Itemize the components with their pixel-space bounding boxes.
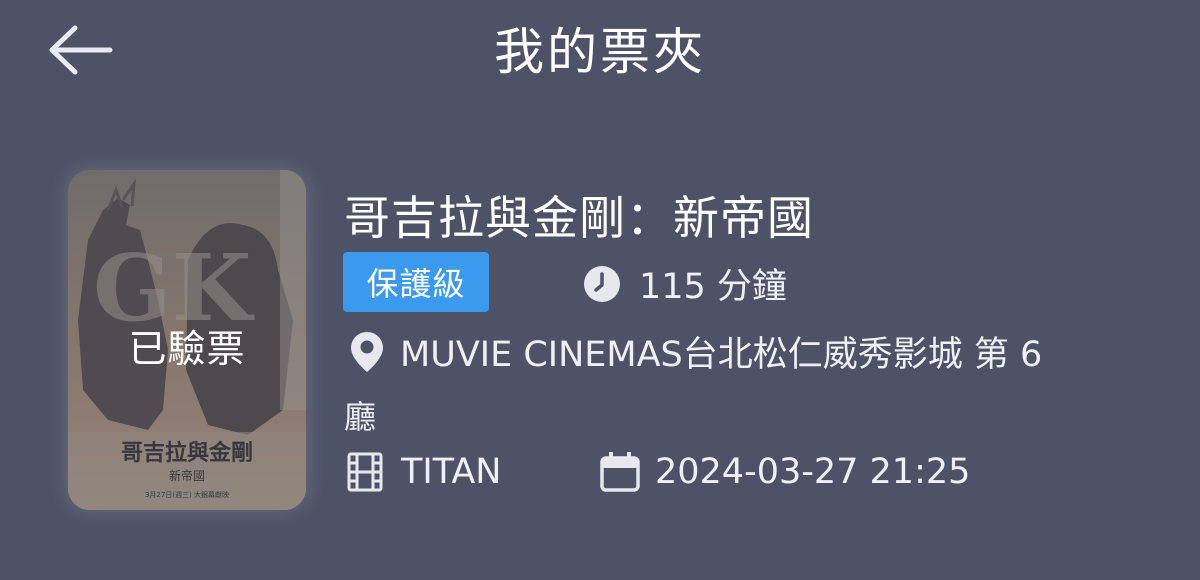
duration-text: 115 分鐘 bbox=[639, 267, 787, 307]
ticket-wallet-screen: 我的票夾 GK bbox=[0, 0, 1200, 580]
screen-type-text: TITAN bbox=[401, 452, 502, 492]
duration-row: 115 分鐘 bbox=[583, 258, 787, 309]
screen-type-row: TITAN bbox=[347, 452, 502, 492]
datetime-row: 2024-03-27 21:25 bbox=[600, 452, 970, 492]
movie-poster[interactable]: GK 哥吉拉與金剛 新帝國 3月27日(週三) 大銀幕獻映 已驗票 bbox=[68, 170, 306, 510]
clock-icon bbox=[583, 265, 621, 303]
map-pin-icon bbox=[350, 331, 384, 373]
movie-title: 哥吉拉與金剛：新帝國 bbox=[344, 191, 814, 245]
calendar-icon bbox=[600, 452, 640, 492]
arrow-left-icon bbox=[49, 25, 113, 75]
page-title: 我的票夾 bbox=[494, 23, 706, 81]
location-text: MUVIE CINEMAS台北松仁威秀影城 第 6 bbox=[400, 335, 1043, 375]
rating-badge: 保護級 bbox=[343, 252, 489, 312]
back-button[interactable] bbox=[40, 18, 120, 82]
film-icon bbox=[347, 452, 383, 492]
location-row: MUVIE CINEMAS台北松仁威秀影城 第 6 bbox=[350, 326, 1042, 377]
location-text-continued: 廳 bbox=[344, 398, 377, 436]
ticket-status-label: 已驗票 bbox=[128, 327, 246, 371]
datetime-text: 2024-03-27 21:25 bbox=[655, 452, 971, 492]
